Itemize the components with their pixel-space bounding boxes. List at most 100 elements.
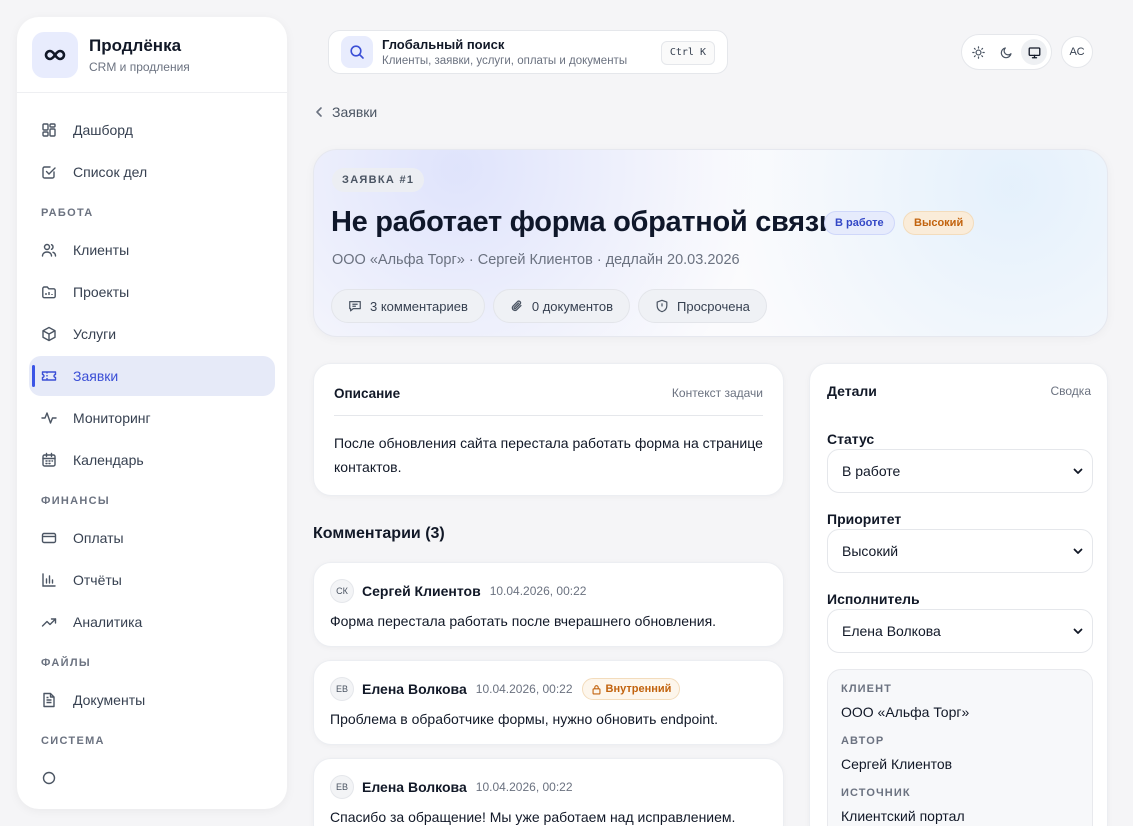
brand-logo-icon [32,31,78,78]
breadcrumb-label: Заявки [332,104,378,120]
sidebar-item-dashboard[interactable]: Дашборд [29,110,275,150]
comment-date: 10.04.2026, 00:22 [489,584,587,598]
paperclip-icon [510,299,524,313]
sidebar-item-reports[interactable]: Отчёты [29,560,275,600]
status-select-value: В работе [842,463,901,479]
sidebar-section-finance: ФИНАНСЫ [41,495,110,507]
details-card: Детали Сводка Статус В работе Приоритет … [809,363,1108,826]
brand[interactable]: Продлёнка CRM и продления [17,17,287,93]
user-avatar[interactable]: АС [1061,36,1093,68]
box-icon [41,326,57,342]
sidebar-item-requests[interactable]: Заявки [29,356,275,396]
sidebar-item-label: Документы [73,692,146,708]
internal-badge: Внутренний [581,678,681,700]
sidebar-item-clients[interactable]: Клиенты [29,230,275,270]
avatar: СК [330,579,354,603]
theme-switcher [961,34,1052,70]
sidebar-item-analytics[interactable]: Аналитика [29,602,275,642]
sidebar-item-system-partial[interactable] [29,758,275,798]
sidebar-item-todo[interactable]: Список дел [29,152,275,192]
chevron-down-icon [1072,625,1084,637]
priority-label: Приоритет [827,511,902,527]
search-icon [341,36,373,68]
avatar: ЕВ [330,775,354,799]
comment-date: 10.04.2026, 00:22 [475,682,573,696]
documents-chip[interactable]: 0 документов [492,289,630,323]
search-subtitle: Клиенты, заявки, услуги, оплаты и докуме… [382,55,628,67]
sidebar-item-label: Заявки [73,368,119,384]
comment-author: Елена Волкова [362,779,467,795]
comment-text: Спасибо за обращение! Мы уже работаем на… [330,809,736,825]
credit-card-icon [41,530,57,546]
sun-icon [972,45,986,59]
sidebar-item-calendar[interactable]: Календарь [29,440,275,480]
ticket-info-box: КЛИЕНТ ООО «Альфа Торг» АВТОР Сергей Кли… [827,669,1093,826]
global-search[interactable]: Глобальный поиск Клиенты, заявки, услуги… [328,30,728,74]
assignee-select[interactable]: Елена Волкова [827,609,1093,653]
sidebar-nav: Дашборд Список дел РАБОТА Клиенты Проект… [17,93,287,798]
sidebar-item-label: Дашборд [73,122,133,138]
lock-icon [591,684,602,695]
overdue-chip[interactable]: Просрочена [638,289,767,323]
description-text: После обновления сайта перестала работат… [334,435,763,475]
ticket-icon [41,368,57,384]
source-value: Клиентский портал [841,808,965,824]
comment-author: Сергей Клиентов [362,583,481,599]
comments-chip-label: 3 комментариев [370,298,468,314]
breadcrumb-back[interactable]: Заявки [314,104,377,120]
chevron-left-icon [314,106,324,118]
checklist-icon [41,164,57,180]
comment-author: Елена Волкова [362,681,467,697]
sidebar-item-label: Клиенты [73,242,130,258]
sidebar: Продлёнка CRM и продления Дашборд Список… [17,17,287,809]
sidebar-section-work: РАБОТА [41,207,94,219]
sidebar-item-projects[interactable]: Проекты [29,272,275,312]
sidebar-item-payments[interactable]: Оплаты [29,518,275,558]
sidebar-item-label: Список дел [73,164,148,180]
page-title: Не работает форма обратной связи [331,206,837,238]
trend-icon [41,614,57,630]
author-value: Сергей Клиентов [841,756,953,772]
comment-card: ЕВ Елена Волкова 10.04.2026, 00:22 Внутр… [313,660,784,745]
assignee-select-value: Елена Волкова [842,623,941,639]
message-icon [348,299,362,313]
details-title: Детали [827,383,877,399]
sidebar-item-documents[interactable]: Документы [29,680,275,720]
sidebar-item-label: Отчёты [73,572,122,588]
source-label: ИСТОЧНИК [841,787,911,799]
assignee-label: Исполнитель [827,591,920,607]
comment-card: ЕВ Елена Волкова 10.04.2026, 00:22 Спаси… [313,758,784,826]
light-theme-button[interactable] [966,39,992,65]
comments-chip[interactable]: 3 комментариев [331,289,485,323]
calendar-icon [41,452,57,468]
sidebar-item-label: Календарь [73,452,144,468]
comment-date: 10.04.2026, 00:22 [475,780,573,794]
avatar: ЕВ [330,677,354,701]
sidebar-item-label: Услуги [73,326,117,342]
sidebar-item-services[interactable]: Услуги [29,314,275,354]
priority-select[interactable]: Высокий [827,529,1093,573]
users-icon [41,242,57,258]
overdue-chip-label: Просрочена [677,298,750,314]
sidebar-item-label: Мониторинг [73,410,151,426]
activity-icon [41,410,57,426]
status-select[interactable]: В работе [827,449,1093,493]
dark-theme-button[interactable] [993,39,1019,65]
comment-text: Проблема в обработчике формы, нужно обно… [330,711,718,727]
moon-icon [1000,46,1012,58]
sidebar-item-label: Оплаты [73,530,124,546]
status-label: Статус [827,431,875,447]
ticket-meta: ООО «Альфа Торг» · Сергей Клиентов · дед… [332,252,740,268]
system-theme-button[interactable] [1021,39,1048,65]
brand-subtitle: CRM и продления [89,60,190,74]
sidebar-item-label: Аналитика [73,614,143,630]
search-title: Глобальный поиск [382,37,505,52]
sidebar-item-monitoring[interactable]: Мониторинг [29,398,275,438]
chevron-down-icon [1072,545,1084,557]
settings-icon [41,770,57,786]
comment-text: Форма перестала работать после вчерашнег… [330,613,717,629]
description-title: Описание [334,386,401,401]
client-label: КЛИЕНТ [841,683,892,695]
search-shortcut: Ctrl K [660,41,715,65]
client-value: ООО «Альфа Торг» [841,704,970,720]
